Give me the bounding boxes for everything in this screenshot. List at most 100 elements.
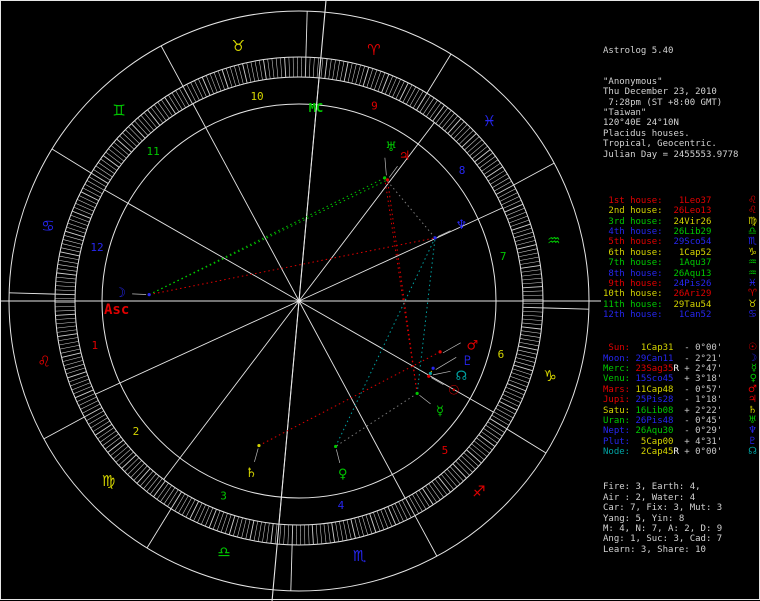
- aries-sign-icon: ♈: [367, 41, 380, 59]
- house-cusp-value: 1Leo37: [673, 196, 711, 206]
- planet-row: Node: 2Cap45R + 0°00'☊: [603, 447, 757, 457]
- uranus-icon: ♅: [385, 140, 397, 155]
- sun-position-dot: [427, 375, 430, 378]
- planet-row: Sun: 1Cap31 - 0°00'☉: [603, 343, 757, 353]
- header-line-5: 120°40E 24°10N: [603, 118, 757, 128]
- saturn-position-dot: [257, 444, 260, 447]
- house-number-2: 2: [133, 425, 140, 438]
- planet-label: Plut:: [603, 437, 636, 447]
- header-line-1: "Anonymous": [603, 77, 757, 87]
- astrolog-window: ♈♉♊♋♌♍♎♏♐♑♒♓123456789101112♄♀☿☉☊♇♂♆♃♅☽As…: [0, 0, 760, 600]
- house-number-6: 6: [498, 348, 505, 361]
- planet-position-value: 25Pis28: [636, 395, 674, 405]
- stat-line-6: Ang: 1, Suc: 3, Cad: 7: [603, 534, 757, 544]
- aspect-venus-neptune: [336, 238, 435, 447]
- planet-position-value: 15Sco45: [636, 374, 674, 384]
- stat-line-7: Learn: 3, Share: 10: [603, 545, 757, 555]
- house-cusp-value: 26Aqu13: [673, 269, 711, 279]
- house-row: 12th house: 1Can52 ♋: [603, 310, 757, 320]
- aspect-moon-neptune: [149, 238, 435, 295]
- planet-speed: + 4°31': [679, 437, 722, 447]
- cancer-sign-icon: ♋: [748, 310, 757, 320]
- planet-label: Sun:: [603, 343, 636, 353]
- house-label: 12th house:: [603, 310, 673, 320]
- house-row: 7th house: 1Aqu37 ♒: [603, 258, 757, 268]
- moon-icon: ☽: [114, 286, 126, 301]
- aspect-mercury-venus: [336, 393, 418, 446]
- house-number-8: 8: [459, 164, 466, 177]
- header-line-8: Julian Day = 2455553.9778: [603, 150, 757, 160]
- pisces-sign-icon: ♓: [483, 112, 496, 130]
- aquarius-sign-icon: ♒: [748, 258, 757, 268]
- gemini-sign-icon: ♊: [112, 102, 125, 120]
- sagittarius-sign-icon: ♐: [472, 482, 485, 500]
- planet-row: Moon: 29Can11 - 2°21'☽: [603, 354, 757, 364]
- sun-icon: ☉: [448, 383, 460, 398]
- house-label: 11th house:: [603, 300, 673, 310]
- house-label: 1st house:: [603, 196, 673, 206]
- venus-position-dot: [334, 445, 337, 448]
- house-cusp-value: 1Can52: [673, 310, 711, 320]
- house-row: 1st house: 1Leo37♌: [603, 196, 757, 206]
- node-icon: ☊: [456, 369, 468, 384]
- house-number-1: 1: [91, 339, 98, 352]
- saturn-icon: ♄: [245, 466, 257, 481]
- house-row: 4th house: 26Lib29♎: [603, 227, 757, 237]
- house-cusp-value: 29Tau54: [673, 300, 711, 310]
- venus-icon: ♀: [338, 467, 348, 482]
- planet-label: Node:: [603, 447, 636, 457]
- house-label: 8th house:: [603, 269, 673, 279]
- capricorn-sign-icon: ♑: [543, 367, 556, 385]
- house-label: 10th house:: [603, 289, 673, 299]
- house-number-3: 3: [220, 489, 227, 502]
- planet-label: Satu:: [603, 406, 636, 416]
- planet-row: Nept: 26Aqu30 - 0°29'♆: [603, 426, 757, 436]
- leo-sign-icon: ♌: [37, 353, 50, 371]
- aspect-moon-jupiter: [149, 180, 387, 295]
- chart-info-header: Astrolog 5.40 "Anonymous"Thu December 23…: [603, 25, 757, 160]
- aspect-lines: [149, 178, 440, 447]
- stat-line-1: Fire: 3, Earth: 4,: [603, 482, 757, 492]
- ascendant-label: Asc: [104, 302, 129, 318]
- house-row: 9th house: 24Pis26♓: [603, 279, 757, 289]
- planet-speed: - 2°21': [679, 354, 722, 364]
- planet-row: Venu: 15Sco45 + 3°18'♀: [603, 374, 757, 384]
- planet-row: Uran: 26Pis48 - 0°45'♅: [603, 416, 757, 426]
- moon-position-dot: [148, 293, 151, 296]
- aspect-moon-uranus: [149, 178, 385, 295]
- planet-speed: - 1°18': [679, 395, 722, 405]
- aspect-mercury-neptune: [417, 238, 435, 394]
- house-cusp-value: 29Sco54: [673, 237, 711, 247]
- uranus-position-dot: [383, 176, 386, 179]
- house-cusp-value: 1Aqu37: [673, 258, 711, 268]
- house-label: 9th house:: [603, 279, 673, 289]
- house-label: 4th house:: [603, 227, 673, 237]
- planet-row: Plut: 5Cap00 + 4°31'♇: [603, 437, 757, 447]
- house-number-7: 7: [500, 250, 507, 263]
- planet-row: Mars: 11Cap48 - 0°57'♂: [603, 385, 757, 395]
- stat-line-5: M: 4, N: 7, A: 2, D: 9: [603, 524, 757, 534]
- planet-row: Satu: 16Lib08 + 2°22'♄: [603, 406, 757, 416]
- mercury-position-dot: [416, 392, 419, 395]
- house-label: 5th house:: [603, 237, 673, 247]
- planet-speed: + 3°18': [679, 374, 722, 384]
- house-cusp-value: 26Lib29: [673, 227, 711, 237]
- neptune-position-dot: [433, 236, 436, 239]
- header-line-7: Tropical, Geocentric.: [603, 139, 757, 149]
- planet-position-value: 23Sag35: [636, 364, 674, 374]
- header-line-4: "Taiwan": [603, 108, 757, 118]
- house-row: 3rd house: 24Vir26♍: [603, 217, 757, 227]
- house-number-12: 12: [90, 241, 103, 254]
- planet-position-value: 1Cap31: [636, 343, 674, 353]
- planet-speed: + 2°47': [679, 364, 722, 374]
- planet-label: Moon:: [603, 354, 636, 364]
- house-cusp-value: 26Leo13: [673, 206, 711, 216]
- house-row: 8th house: 26Aqu13♒: [603, 269, 757, 279]
- house-label: 3rd house:: [603, 217, 673, 227]
- house-label: 2nd house:: [603, 206, 673, 216]
- house-cusp-lines: [1, 1, 601, 601]
- virgo-sign-icon: ♍: [102, 472, 115, 490]
- planet-label: Uran:: [603, 416, 636, 426]
- house-label: 7th house:: [603, 258, 673, 268]
- planet-position-value: 29Can11: [636, 354, 674, 364]
